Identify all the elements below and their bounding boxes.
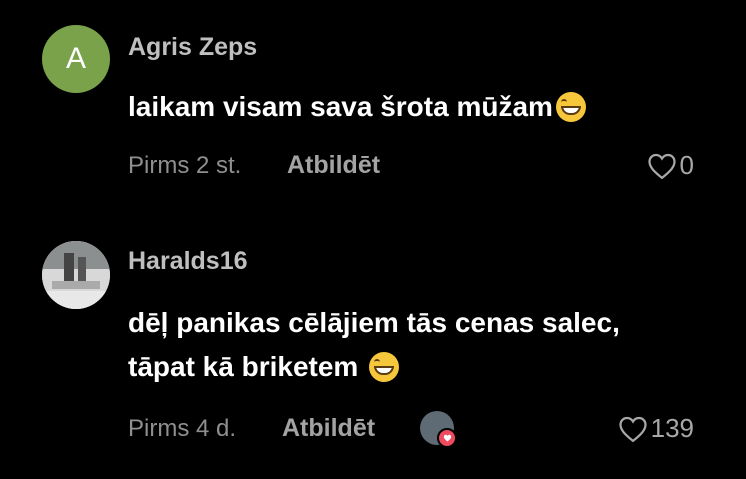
comment-text-line: dēļ panikas cēlājiem tās cenas salec,	[128, 307, 620, 338]
comment-text: laikam visam sava šrota mūžam	[128, 85, 728, 129]
comment-text-line: tāpat kā briketem	[128, 351, 359, 382]
comment-text: dēļ panikas cēlājiem tās cenas salec, tā…	[128, 301, 728, 389]
grinning-face-icon	[555, 92, 586, 122]
comment-item: A Agris Zeps laikam visam sava šrota mūž…	[0, 0, 746, 215]
reply-button[interactable]: Atbildēt	[287, 151, 380, 180]
comment-text-line: laikam visam sava šrota mūžam	[128, 91, 553, 122]
heart-badge-icon	[437, 428, 457, 448]
comment-timestamp: Pirms 2 st.	[128, 152, 242, 179]
heart-icon	[647, 153, 676, 179]
avatar-letter: A	[65, 42, 86, 75]
comment-timestamp: Pirms 4 d.	[128, 415, 237, 442]
like-count: 139	[650, 413, 694, 443]
comment-username[interactable]: Agris Zeps	[128, 33, 257, 62]
heart-icon	[618, 416, 647, 442]
like-count: 0	[679, 150, 694, 180]
creator-liked-avatar	[420, 411, 457, 448]
avatar[interactable]: A	[42, 25, 110, 93]
like-button[interactable]: 139	[618, 413, 694, 444]
grinning-face-icon	[369, 352, 400, 382]
like-button[interactable]: 0	[647, 150, 694, 181]
comment-item: Haralds16 dēļ panikas cēlājiem tās cenas…	[0, 215, 746, 479]
avatar[interactable]	[42, 241, 110, 309]
reply-button[interactable]: Atbildēt	[282, 414, 375, 443]
comment-username[interactable]: Haralds16	[128, 247, 248, 276]
avatar-photo	[42, 241, 110, 309]
